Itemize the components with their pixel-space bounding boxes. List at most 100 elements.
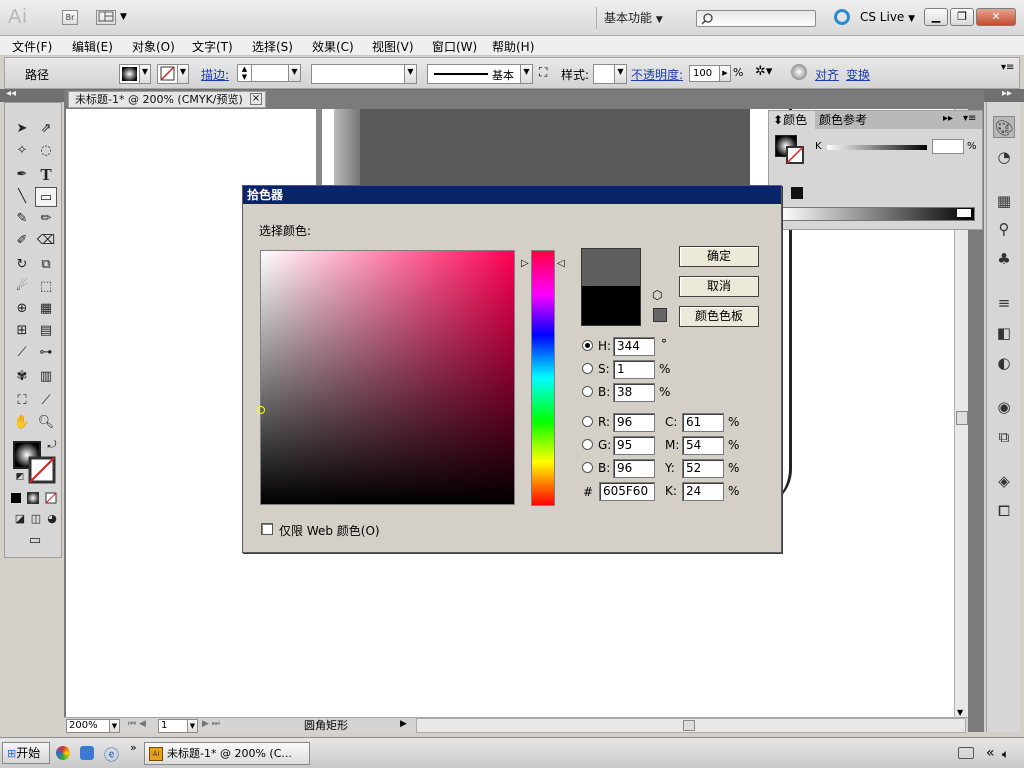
restore-button[interactable]: ❐ [950, 8, 974, 26]
graphic-styles-panel-icon[interactable]: ⧉ [993, 426, 1015, 448]
stroke-panel-icon[interactable]: ≡ [993, 292, 1015, 314]
taskbar-illustrator-task[interactable]: Ai 未标题-1* @ 200% (C... [144, 742, 310, 765]
pencil-tool-icon[interactable]: ✏ [35, 209, 57, 229]
expand-dock-icon[interactable]: ▸▸ [1002, 88, 1012, 99]
rotate-tool-icon[interactable]: ↻ [11, 255, 33, 275]
symbols-panel-icon[interactable]: ♣ [993, 248, 1015, 270]
current-color-preview[interactable] [581, 286, 641, 326]
zoom-tool-icon[interactable]: 🔍︎ [35, 413, 57, 433]
eraser-tool-icon[interactable]: ⌫ [35, 231, 57, 251]
selection-tool-icon[interactable]: ➤ [11, 119, 33, 139]
horizontal-scrollbar[interactable] [416, 718, 966, 733]
r-radio[interactable] [582, 416, 593, 427]
arrange-documents-button[interactable] [96, 10, 116, 25]
menu-file[interactable]: 文件(F) [12, 38, 52, 55]
search-field[interactable] [696, 10, 816, 27]
layers-panel-icon[interactable]: ◈ [993, 470, 1015, 492]
internet-explorer-icon[interactable]: ⓔ [104, 744, 119, 765]
panel-stroke-swatch[interactable] [785, 145, 805, 165]
swap-fill-stroke-icon[interactable]: ⤾ [41, 435, 63, 455]
status-tool-label[interactable]: 圆角矩形 [240, 719, 412, 733]
screen-mode-icon[interactable]: ▭ [21, 531, 49, 551]
gradient-mode-icon[interactable] [27, 492, 39, 504]
collapse-icon[interactable]: ◂◂ [6, 88, 16, 99]
close-button[interactable]: ✕ [976, 8, 1016, 26]
symbol-sprayer-tool-icon[interactable]: ✾ [11, 367, 33, 387]
menu-type[interactable]: 文字(T) [192, 38, 233, 55]
slice-tool-icon[interactable]: ⟋ [35, 391, 57, 411]
opacity-panel-link[interactable]: 不透明度: [631, 66, 683, 83]
free-transform-tool-icon[interactable]: ⬚ [35, 277, 57, 297]
fill-swatch-dropdown[interactable]: ▼ [119, 64, 151, 84]
collapse-panel-icon[interactable]: ▸▸ [943, 113, 953, 124]
hue-slider[interactable] [531, 250, 555, 506]
minimize-button[interactable]: ▁ [924, 8, 948, 26]
column-graph-tool-icon[interactable]: ▥ [35, 367, 57, 387]
quick-launch-icon[interactable] [80, 746, 94, 760]
paintbrush-tool-icon[interactable]: ✎ [11, 209, 33, 229]
shape-builder-tool-icon[interactable]: ⊕ [11, 299, 33, 319]
chrome-icon[interactable] [56, 746, 70, 760]
scale-tool-icon[interactable]: ⧉ [35, 255, 57, 275]
eyedropper-tool-icon[interactable]: ⟋ [11, 343, 33, 363]
tab-color[interactable]: ⬍颜色 [769, 111, 815, 129]
color-guide-panel-icon[interactable]: ◔ [993, 146, 1015, 168]
menu-effect[interactable]: 效果(C) [312, 38, 354, 55]
arrange-dropdown-icon[interactable]: ▼ [120, 12, 127, 22]
document-tab[interactable]: 未标题-1* @ 200% (CMYK/预览) × [68, 91, 266, 108]
artboards-panel-icon[interactable]: ⧠ [993, 500, 1015, 522]
gradient-tool-icon[interactable]: ▤ [35, 321, 57, 341]
h-input[interactable]: 344 [613, 337, 655, 356]
stepper-icon[interactable]: ▲ ▼ [238, 65, 252, 81]
g-radio[interactable] [582, 439, 593, 450]
first-artboard-icon[interactable]: ⏮ ◀ [128, 719, 146, 729]
blue-input[interactable]: 96 [613, 459, 655, 478]
hscroll-thumb[interactable] [683, 720, 695, 731]
color-spectrum-bar[interactable] [779, 207, 975, 221]
blend-tool-icon[interactable]: ⊶ [35, 343, 57, 363]
perspective-grid-tool-icon[interactable]: ▦ [35, 299, 57, 319]
lasso-tool-icon[interactable]: ◌ [35, 141, 57, 161]
blue-radio[interactable] [582, 462, 593, 473]
menu-help[interactable]: 帮助(H) [492, 38, 534, 55]
expand-icon[interactable]: ⛶ [539, 65, 547, 80]
align-link[interactable]: 对齐 [815, 66, 839, 83]
menu-select[interactable]: 选择(S) [252, 38, 293, 55]
blob-brush-tool-icon[interactable]: ✐ [11, 231, 33, 251]
magic-wand-tool-icon[interactable]: ✧ [11, 141, 33, 161]
artboard-tool-icon[interactable]: ⛶ [11, 391, 33, 411]
k-slider-track[interactable] [827, 145, 927, 150]
menu-object[interactable]: 对象(O) [132, 38, 175, 55]
hand-tool-icon[interactable]: ✋ [11, 413, 33, 433]
panel-menu-icon[interactable]: ▾≡ [963, 113, 976, 124]
line-tool-icon[interactable]: ╲ [11, 187, 33, 207]
h-radio[interactable] [582, 340, 593, 351]
last-color-swatch[interactable] [791, 187, 803, 199]
stroke-panel-link[interactable]: 描边: [201, 66, 229, 83]
hue-slider-right-arrow[interactable]: ◁ [557, 258, 565, 269]
none-mode-icon[interactable] [45, 492, 57, 504]
recolor-icon[interactable]: ✲▾ [755, 64, 772, 79]
menu-edit[interactable]: 编辑(E) [72, 38, 113, 55]
transform-link[interactable]: 变换 [846, 66, 870, 83]
transparency-panel-icon[interactable]: ◐ [993, 352, 1015, 374]
keyboard-tray-icon[interactable] [958, 747, 974, 759]
swatches-panel-icon[interactable]: ▦ [993, 190, 1015, 212]
color-panel-icon[interactable]: 🎨︎ [993, 116, 1015, 138]
menu-window[interactable]: 窗口(W) [432, 38, 477, 55]
m-input[interactable]: 54 [682, 436, 724, 455]
close-tab-icon[interactable]: × [250, 93, 262, 105]
y-input[interactable]: 52 [682, 459, 724, 478]
brush-definition-dropdown[interactable]: 基本 ▼ [427, 64, 533, 84]
warp-tool-icon[interactable]: ☄ [11, 277, 33, 297]
k-input[interactable]: 24 [682, 482, 724, 501]
opacity-field[interactable]: 100 ▶ [689, 65, 731, 82]
appearance-panel-icon[interactable]: ◉ [993, 396, 1015, 418]
saturation-brightness-field[interactable] [257, 250, 515, 505]
dialog-title[interactable]: 拾色器 [243, 186, 781, 204]
s-radio[interactable] [582, 363, 593, 374]
rounded-rectangle-artwork[interactable] [360, 109, 750, 189]
b-radio[interactable] [582, 386, 593, 397]
stroke-weight-field[interactable]: ▲ ▼ ▼ [237, 64, 301, 82]
cancel-button[interactable]: 取消 [679, 276, 759, 297]
